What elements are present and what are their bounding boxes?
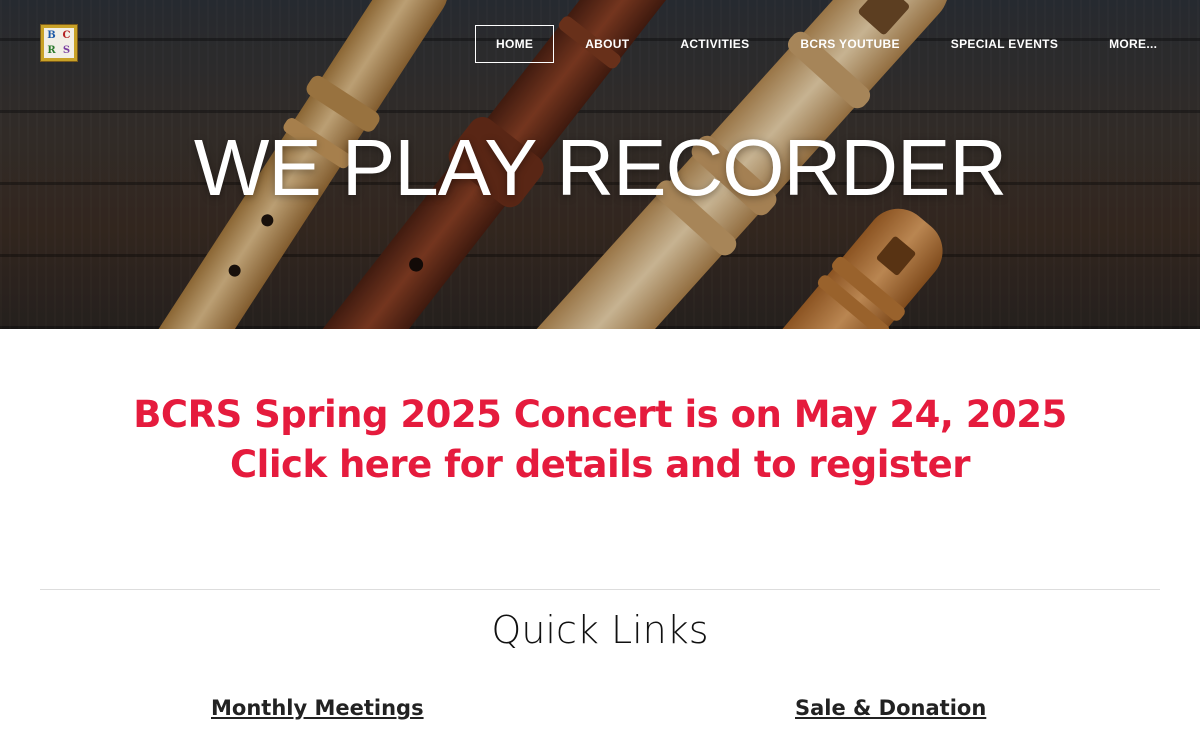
main-nav: HOME ABOUT ACTIVITIES BCRS YOUTUBE SPECI…: [475, 25, 1188, 63]
logo-letter-b: B: [47, 30, 56, 41]
hero-title: WE PLAY RECORDER: [193, 123, 1007, 212]
quick-links-title: Quick Links: [491, 608, 709, 652]
nav-more[interactable]: MORE...: [1089, 25, 1177, 63]
monthly-meetings-link[interactable]: Monthly Meetings: [211, 696, 424, 720]
nav-activities[interactable]: ACTIVITIES: [660, 25, 769, 63]
nav-home[interactable]: HOME: [475, 25, 555, 63]
logo-letter-c: C: [62, 30, 71, 41]
logo-letter-r: R: [47, 45, 56, 56]
bcrs-logo[interactable]: B C R S: [40, 24, 78, 62]
hero-banner: B C R S HOME ABOUT ACTIVITIES BCRS YOUTU…: [0, 0, 1200, 329]
concert-announcement-link[interactable]: BCRS Spring 2025 Concert is on May 24, 2…: [0, 390, 1200, 490]
nav-bcrs-youtube[interactable]: BCRS YOUTUBE: [780, 25, 919, 63]
sale-donation-link[interactable]: Sale & Donation: [795, 696, 986, 720]
section-divider: [40, 589, 1160, 590]
nav-special-events[interactable]: SPECIAL EVENTS: [931, 25, 1078, 63]
logo-letter-s: S: [62, 45, 71, 56]
announcement-line-2: Click here for details and to register: [230, 443, 970, 486]
announcement-line-1: BCRS Spring 2025 Concert is on May 24, 2…: [133, 393, 1067, 436]
nav-about[interactable]: ABOUT: [565, 25, 649, 63]
